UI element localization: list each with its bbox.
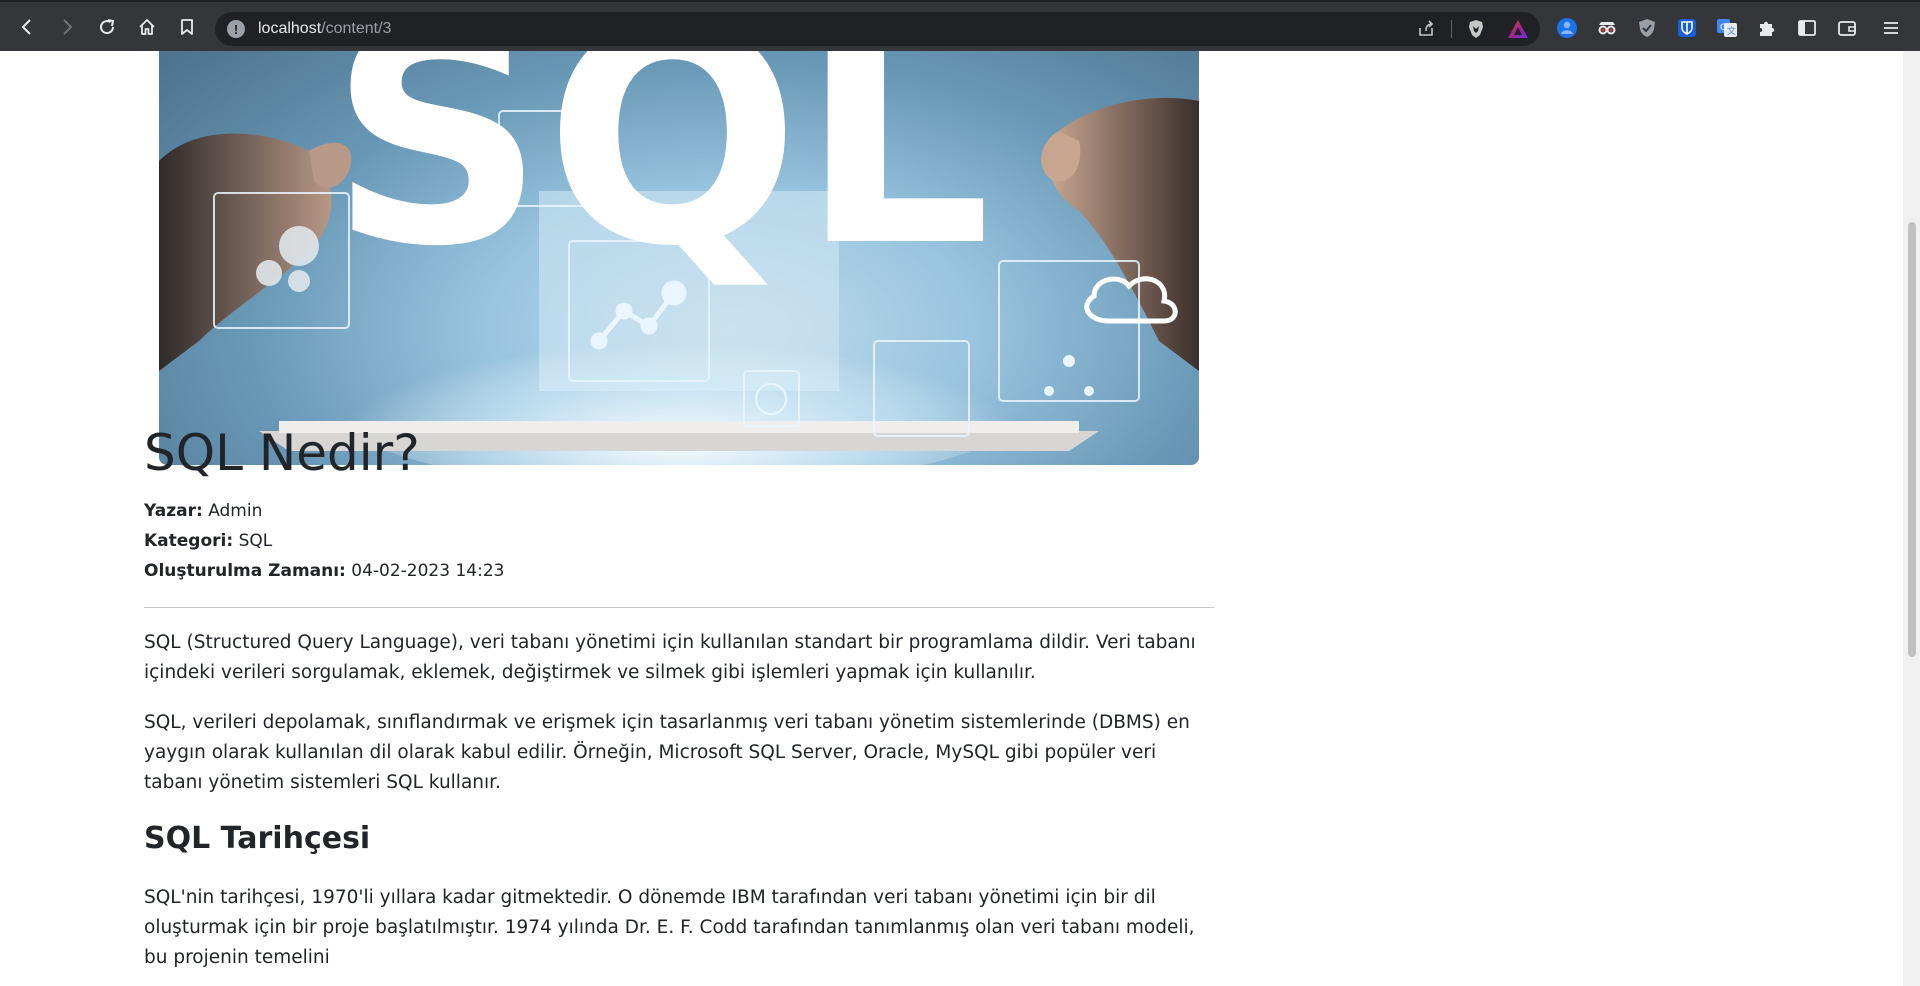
paragraph-3: SQL'nin tarihçesi, 1970'li yıllara kadar…	[144, 887, 1195, 968]
shield-extension-icon[interactable]	[1636, 17, 1658, 39]
hero-sql-text: SQL	[329, 51, 991, 312]
section-heading: SQL Tarihçesi	[144, 821, 371, 856]
hero-illustration: SQL	[159, 51, 1199, 465]
omnibox-separator	[1451, 20, 1452, 38]
category-label: Kategori:	[144, 531, 234, 551]
svg-text:G: G	[1720, 23, 1727, 33]
wallet-icon[interactable]	[1836, 17, 1858, 39]
url-host: localhost	[258, 20, 322, 37]
paragraph-2: SQL, verileri depolamak, sınıflandırmak …	[144, 712, 1190, 793]
page-title: SQL Nedir?	[144, 424, 420, 482]
translate-extension-icon[interactable]: G文	[1716, 17, 1738, 39]
author-meta: Yazar: Admin	[144, 501, 262, 521]
page-viewport: SQL SQL Nedir? Yazar: Admin Kategori: SQ…	[0, 51, 1903, 986]
brave-rewards-icon[interactable]	[1506, 18, 1530, 40]
back-arrow-icon[interactable]	[10, 10, 44, 44]
bitwarden-extension-icon[interactable]	[1676, 17, 1698, 39]
divider	[144, 607, 1214, 608]
url-text[interactable]: localhost/content/3	[258, 20, 391, 38]
address-bar[interactable]: ! localhost/content/3	[215, 12, 1540, 46]
share-icon[interactable]	[1416, 19, 1436, 39]
browser-toolbar: ! localhost/content/3 G文	[0, 0, 1920, 51]
author-label: Yazar:	[144, 501, 203, 521]
brave-shields-icon[interactable]	[1465, 18, 1487, 40]
url-path: /content/3	[321, 20, 392, 37]
created-label: Oluşturulma Zamanı:	[144, 561, 346, 581]
hero-image: SQL	[159, 51, 1199, 465]
created-meta: Oluşturulma Zamanı: 04-02-2023 14:23	[144, 561, 504, 581]
bookmark-icon[interactable]	[170, 10, 204, 44]
menu-icon[interactable]	[1880, 17, 1902, 39]
paragraph-1: SQL (Structured Query Language), veri ta…	[144, 632, 1196, 683]
reload-icon[interactable]	[90, 10, 124, 44]
profile-extension-icon[interactable]	[1556, 17, 1578, 39]
puzzle-extensions-icon[interactable]	[1756, 17, 1778, 39]
forward-arrow-icon[interactable]	[50, 10, 84, 44]
scrollbar-thumb[interactable]	[1908, 222, 1916, 657]
spy-glasses-extension-icon[interactable]	[1596, 17, 1618, 39]
created-value: 04-02-2023 14:23	[351, 561, 505, 581]
category-value: SQL	[238, 531, 273, 551]
home-icon[interactable]	[130, 10, 164, 44]
sidebar-icon[interactable]	[1796, 17, 1818, 39]
author-value: Admin	[208, 501, 263, 521]
svg-text:文: 文	[1727, 25, 1736, 37]
category-meta: Kategori: SQL	[144, 531, 272, 551]
info-icon[interactable]: !	[227, 20, 245, 38]
